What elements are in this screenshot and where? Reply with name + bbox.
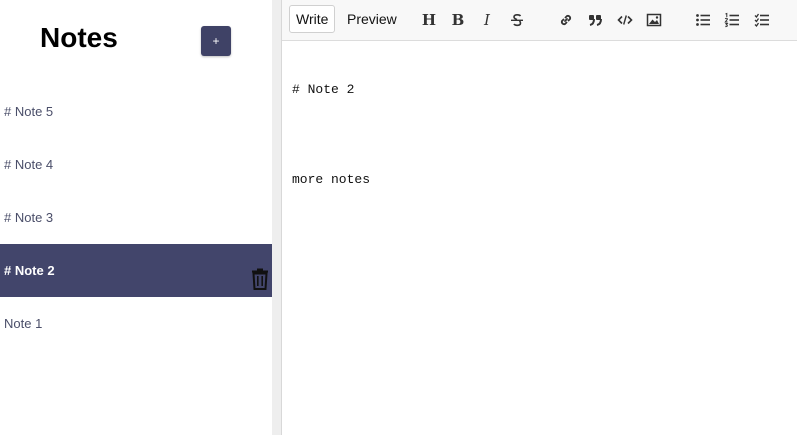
note-item-2[interactable]: # Note 2 — [0, 244, 272, 297]
sidebar-header: Notes + — [0, 0, 272, 85]
markdown-textarea[interactable]: # Note 2 more notes — [282, 41, 797, 435]
editor-pane: Write Preview H B I # Note 2 more notes — [282, 0, 797, 435]
note-list: # Note 5 # Note 4 # Note 3 # Note 2 Note… — [0, 85, 272, 350]
strikethrough-icon[interactable] — [506, 9, 528, 31]
quote-icon[interactable] — [584, 9, 606, 31]
editor-line: # Note 2 — [292, 82, 355, 97]
note-item-3[interactable]: # Note 3 — [0, 191, 272, 244]
tab-preview[interactable]: Preview — [341, 5, 403, 33]
new-note-button[interactable]: + — [201, 26, 231, 56]
checklist-icon[interactable] — [751, 9, 773, 31]
tab-write[interactable]: Write — [289, 5, 336, 33]
editor-line: more notes — [292, 172, 371, 187]
note-item-4[interactable]: # Note 4 — [0, 138, 272, 191]
trash-icon[interactable] — [250, 259, 270, 290]
editor-toolbar: Write Preview H B I — [282, 0, 797, 41]
note-item-5[interactable]: # Note 5 — [0, 85, 272, 138]
unordered-list-icon[interactable] — [692, 9, 714, 31]
split-gutter[interactable] — [272, 0, 282, 435]
code-icon[interactable] — [614, 9, 636, 31]
bold-icon[interactable]: B — [447, 9, 469, 31]
ordered-list-icon[interactable] — [721, 9, 743, 31]
note-title: # Note 5 — [4, 104, 54, 119]
image-icon[interactable] — [643, 9, 665, 31]
link-icon[interactable] — [555, 9, 577, 31]
italic-icon[interactable]: I — [476, 9, 498, 31]
note-title: # Note 4 — [4, 157, 54, 172]
sidebar: Notes + # Note 5 # Note 4 # Note 3 # Not… — [0, 0, 272, 435]
heading-icon[interactable]: H — [418, 9, 440, 31]
note-title: # Note 2 — [4, 263, 55, 278]
note-title: Note 1 — [4, 316, 43, 331]
note-title: # Note 3 — [4, 210, 54, 225]
app-title: Notes — [40, 22, 118, 53]
note-item-1[interactable]: Note 1 — [0, 297, 272, 350]
editor-line-blank — [292, 127, 787, 142]
